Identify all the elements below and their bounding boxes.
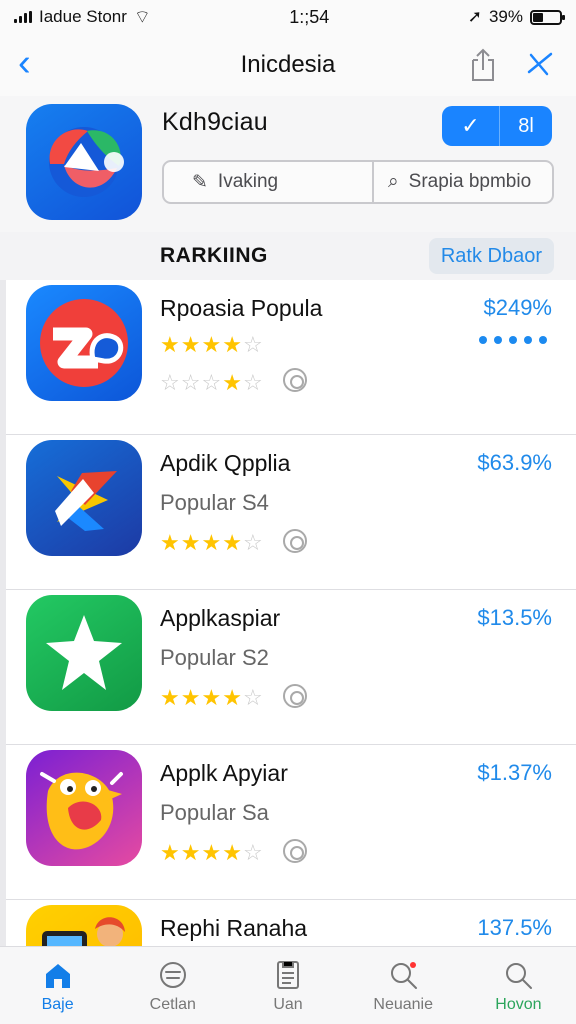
header-action-group[interactable]: ✓ 8l xyxy=(442,106,552,146)
share-button[interactable] xyxy=(466,46,502,84)
app-price: $63.9% xyxy=(477,450,552,475)
wifi-icon: ⌔ xyxy=(133,6,151,27)
tab-search-notifications[interactable]: Neuanie xyxy=(346,947,461,1024)
page-title: Inicdesia xyxy=(240,51,336,78)
battery-label: 39% xyxy=(488,7,523,26)
featured-app-title: Kdh9ciau xyxy=(162,108,268,136)
green-star-icon xyxy=(26,595,142,711)
rating-badge-icon xyxy=(283,684,307,708)
rating-badge-icon xyxy=(283,529,307,553)
tab-search[interactable]: Hovon xyxy=(461,947,576,1024)
tab-home[interactable]: Baje xyxy=(0,947,115,1024)
list-item[interactable]: Apdik Qpplia Popular S4 $63.9% ★ ★ ★ ★ ☆ xyxy=(6,435,576,590)
status-bar: Iadue Stonr ⌔ 1:;54 ➚ 39% xyxy=(0,0,576,34)
signal-icon xyxy=(14,11,32,23)
status-right: ➚ 39% xyxy=(467,7,565,27)
rank-button[interactable]: Ratk Dbaor xyxy=(428,238,554,274)
tab-label: Neuanie xyxy=(373,995,434,1013)
featured-app-icon[interactable] xyxy=(26,104,142,220)
document-icon xyxy=(277,960,299,989)
navigation-bar: ‹ Inicdesia xyxy=(0,34,576,96)
app-rating-stars: ★ ★ ★ ★ ☆ xyxy=(160,685,263,710)
ranking-title: RARKIING xyxy=(160,244,268,267)
edit-icon: ✎ xyxy=(192,171,208,193)
action-count: 8l xyxy=(518,114,534,137)
ranking-section-header: RARKIING Ratk Dbaor xyxy=(0,232,576,280)
app-name: Applkaspiar xyxy=(160,605,281,631)
search-filter[interactable]: ✎ Ivaking ⌕ Srapia bpmbio xyxy=(162,160,554,204)
status-left: Iadue Stonr ⌔ xyxy=(14,6,151,29)
tab-label: Uan xyxy=(273,995,303,1013)
ranking-filter[interactable]: ✎ Ivaking xyxy=(164,162,374,202)
search-input[interactable]: ⌕ Srapia bpmbio xyxy=(374,162,552,202)
rating-badge-icon xyxy=(283,839,307,863)
app-price: $1.37% xyxy=(477,760,552,785)
check-button[interactable]: ✓ xyxy=(442,106,500,146)
search-notification-icon xyxy=(391,961,418,989)
more-dots-icon[interactable] xyxy=(479,336,547,344)
share-icon xyxy=(472,48,494,81)
list-item[interactable]: Rephi Ranaha 137.5% xyxy=(6,900,576,946)
chat-icon xyxy=(159,961,186,988)
yellow-person-icon xyxy=(26,905,142,946)
back-button[interactable]: ‹ xyxy=(18,44,48,84)
battery-icon xyxy=(530,9,565,25)
rating-badge-icon xyxy=(283,368,307,392)
tab-chat[interactable]: Cetlan xyxy=(115,947,230,1024)
app-name: Applk Apyiar xyxy=(160,760,288,786)
app-ranking-list: Rpoasia Popula $249% ★ ★ ★ ★ ☆ ☆ ☆ ☆ ★ ☆ Apdik Q… xyxy=(0,280,576,946)
app-rating-stars: ★ ★ ★ ★ ☆ xyxy=(160,332,263,357)
close-button[interactable] xyxy=(520,44,560,84)
app-subtitle: Popular Sa xyxy=(160,800,269,825)
tab-label: Baje xyxy=(41,995,74,1013)
home-icon xyxy=(45,963,70,988)
app-name: Rpoasia Popula xyxy=(160,295,323,321)
search-icon: ⌕ xyxy=(388,171,399,192)
cartoon-character-icon xyxy=(26,750,142,866)
red-green-app-logo-icon xyxy=(49,127,124,197)
tab-label: Hovon xyxy=(495,995,542,1013)
app-rating-stars: ★ ★ ★ ★ ☆ xyxy=(160,530,263,555)
app-price: 137.5% xyxy=(477,915,552,940)
list-item[interactable]: Applk Apyiar Popular Sa $1.37% ★ ★ ★ ★ ☆ xyxy=(6,745,576,900)
list-item[interactable]: Rpoasia Popula $249% ★ ★ ★ ★ ☆ ☆ ☆ ☆ ★ ☆ xyxy=(6,280,576,435)
blue-geometric-icon xyxy=(26,440,142,556)
status-time: 1:;54 xyxy=(289,6,330,27)
app-subtitle: Popular S2 xyxy=(160,645,269,670)
app-name: Apdik Qpplia xyxy=(160,450,291,476)
app-name: Rephi Ranaha xyxy=(160,915,308,941)
battery-level xyxy=(533,12,544,22)
featured-app-header: Kdh9ciau ✓ 8l ✎ Ivaking ⌕ Srapia bpmbio xyxy=(0,96,576,232)
bottom-tab-bar: Baje Cetlan Uan Neuanie Hovon xyxy=(0,946,576,1024)
list-item[interactable]: Applkaspiar Popular S2 $13.5% ★ ★ ★ ★ ☆ xyxy=(6,590,576,745)
close-icon xyxy=(527,52,553,76)
secondary-rating-stars: ☆ ☆ ☆ ★ ☆ xyxy=(160,370,263,395)
app-subtitle: Popular S4 xyxy=(160,490,269,515)
app-price: $249% xyxy=(483,295,552,320)
ranking-filter-label: Ivaking xyxy=(217,171,279,192)
search-input-label: Srapia bpmbio xyxy=(408,171,532,192)
tab-document[interactable]: Uan xyxy=(230,947,345,1024)
search-icon xyxy=(506,962,533,989)
red-circle-za-icon xyxy=(26,285,142,401)
carrier-label: Iadue Stonr xyxy=(39,7,127,26)
app-rating-stars: ★ ★ ★ ★ ☆ xyxy=(160,840,263,865)
location-icon: ➚ xyxy=(467,7,482,26)
tab-label: Cetlan xyxy=(149,995,196,1013)
app-price: $13.5% xyxy=(477,605,552,630)
